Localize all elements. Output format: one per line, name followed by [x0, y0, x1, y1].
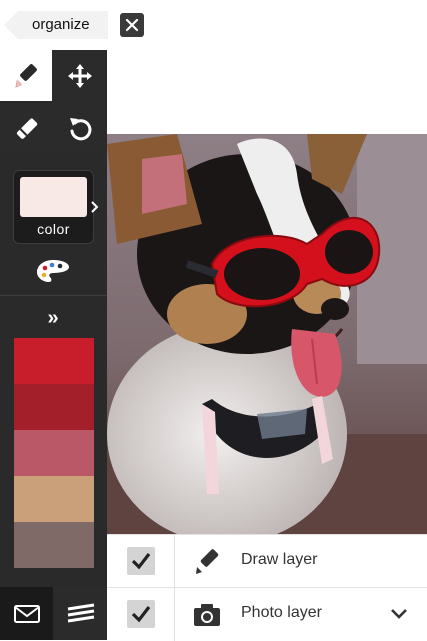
color-swatch[interactable]: [14, 522, 94, 568]
chevron-right-icon: [91, 200, 99, 216]
color-swatch[interactable]: [14, 338, 94, 384]
color-swatches: [14, 338, 94, 568]
layer-row[interactable]: Photo layer: [107, 587, 427, 641]
sidebar-divider: [0, 295, 107, 296]
chevron-down-icon[interactable]: [389, 604, 409, 624]
layers-panel: Draw layer Photo layer: [107, 534, 427, 641]
layers-button[interactable]: [54, 587, 107, 640]
palette-button[interactable]: [30, 255, 76, 287]
eraser-icon: [16, 118, 38, 139]
layer-row[interactable]: Draw layer: [107, 534, 427, 588]
layer-divider: [174, 588, 175, 641]
layer-name: Draw layer: [241, 551, 318, 568]
move-arrows-icon: [68, 63, 92, 88]
color-swatch[interactable]: [14, 430, 94, 476]
brush-icon: [196, 549, 219, 574]
eraser-tool-button[interactable]: [0, 103, 52, 154]
color-swatch[interactable]: [14, 476, 94, 522]
bottom-bar: [0, 587, 107, 640]
organize-button[interactable]: organize: [4, 11, 108, 39]
camera-icon: [194, 604, 220, 626]
layer-name: Photo layer: [241, 604, 322, 621]
brush-icon: [15, 63, 37, 88]
organize-label: organize: [32, 16, 90, 33]
color-picker-button[interactable]: color: [13, 170, 94, 244]
dog-photo: [107, 134, 427, 534]
photo-canvas[interactable]: [107, 134, 427, 534]
move-tool-button[interactable]: [54, 50, 106, 101]
close-button[interactable]: [120, 13, 144, 37]
color-label: color: [37, 221, 70, 237]
tool-sidebar: color »: [0, 50, 107, 587]
share-button[interactable]: [0, 587, 53, 640]
expand-swatches-button[interactable]: »: [33, 303, 73, 333]
layer-visibility-checkbox[interactable]: [127, 547, 155, 575]
layer-visibility-checkbox[interactable]: [127, 600, 155, 628]
checkmark-icon: [131, 553, 151, 570]
envelope-icon: [13, 604, 40, 623]
layer-divider: [174, 535, 175, 588]
undo-tool-button[interactable]: [54, 103, 106, 154]
checkmark-icon: [131, 606, 151, 623]
layers-stack-icon: [67, 603, 94, 622]
color-swatch[interactable]: [14, 384, 94, 430]
close-icon: [125, 18, 139, 32]
undo-icon: [70, 117, 92, 140]
current-color-swatch: [20, 177, 87, 217]
palette-icon: [37, 260, 69, 282]
brush-tool-button[interactable]: [0, 50, 52, 101]
